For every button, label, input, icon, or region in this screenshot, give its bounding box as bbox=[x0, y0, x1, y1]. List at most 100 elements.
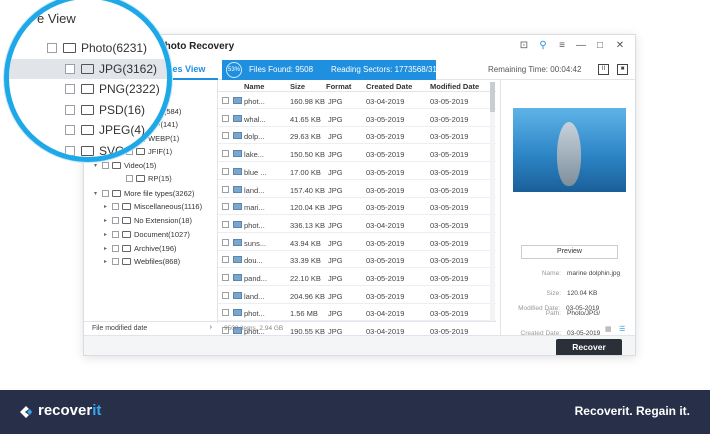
row-checkbox[interactable] bbox=[222, 274, 229, 281]
magnified-checkbox[interactable] bbox=[47, 43, 57, 53]
chevron-right-icon: › bbox=[209, 324, 212, 331]
cell-name: phot... bbox=[244, 97, 265, 106]
cell-created: 03-05-2019 bbox=[366, 291, 405, 301]
magnified-tree-item[interactable]: PSD(16) bbox=[9, 100, 167, 120]
tree-checkbox[interactable] bbox=[112, 217, 119, 224]
row-checkbox[interactable] bbox=[222, 150, 229, 158]
grid-view-icon[interactable]: ▦ bbox=[605, 325, 612, 333]
folder-icon bbox=[63, 43, 76, 53]
tree-checkbox[interactable] bbox=[126, 175, 133, 182]
sidebar-filter[interactable]: File modified date › bbox=[84, 321, 218, 335]
menu-icon[interactable]: ≡ bbox=[555, 40, 569, 51]
row-checkbox[interactable] bbox=[222, 291, 229, 299]
cell-modified: 03-05-2019 bbox=[430, 167, 469, 177]
header-modified[interactable]: Modified Date bbox=[430, 82, 479, 91]
folder-icon bbox=[112, 162, 121, 169]
tree-checkbox[interactable] bbox=[112, 258, 119, 265]
cell-modified: 03-05-2019 bbox=[430, 132, 469, 142]
tree-item[interactable]: ▾ More file types(3262) bbox=[94, 187, 194, 200]
stop-icon[interactable]: ■ bbox=[617, 64, 628, 75]
list-view-icon[interactable]: ☰ bbox=[619, 325, 625, 333]
tree-checkbox[interactable] bbox=[102, 162, 109, 169]
header-name[interactable]: Name bbox=[244, 82, 264, 91]
expand-arrow-icon[interactable]: ▸ bbox=[104, 217, 112, 224]
cell-created: 03-05-2019 bbox=[366, 150, 405, 160]
expand-arrow-icon[interactable]: ▾ bbox=[94, 162, 102, 169]
magnified-checkbox[interactable] bbox=[65, 104, 75, 115]
pause-icon[interactable]: II bbox=[598, 64, 609, 75]
maximize-button[interactable]: □ bbox=[593, 40, 607, 51]
cell-format: JPG bbox=[328, 238, 343, 248]
file-row[interactable]: phot... 160.98 KB JPG 03-04-2019 03-05-2019 bbox=[218, 92, 496, 109]
magnified-checkbox[interactable] bbox=[65, 63, 75, 74]
file-row[interactable]: whal... 41.65 KB JPG 03-05-2019 03-05-2019 bbox=[218, 110, 496, 127]
sidebar-filter-label: File modified date bbox=[92, 325, 148, 332]
expand-arrow-icon[interactable]: ▸ bbox=[104, 231, 112, 238]
row-checkbox[interactable] bbox=[222, 203, 229, 211]
expand-arrow-icon[interactable]: ▸ bbox=[104, 203, 112, 210]
magnified-item-label: JPG(3162) bbox=[99, 61, 158, 76]
magnified-tree-item[interactable]: Photo(6231) bbox=[9, 38, 167, 58]
list-scrollbar[interactable] bbox=[490, 82, 495, 322]
magnified-checkbox[interactable] bbox=[65, 125, 75, 135]
header-format[interactable]: Format bbox=[326, 82, 351, 91]
row-checkbox[interactable] bbox=[222, 167, 229, 175]
file-row[interactable]: land... 157.40 KB JPG 03-05-2019 03-05-2019 bbox=[218, 181, 496, 198]
key-icon[interactable]: ⚲ bbox=[536, 40, 550, 51]
image-file-icon bbox=[233, 185, 242, 193]
recover-button[interactable]: Recover bbox=[556, 339, 622, 355]
files-view-tab[interactable]: les View bbox=[170, 64, 205, 74]
cart-icon[interactable]: ⊡ bbox=[517, 40, 531, 51]
file-row[interactable]: phot... 336.13 KB JPG 03-04-2019 03-05-2019 bbox=[218, 216, 496, 233]
scrollbar-thumb[interactable] bbox=[490, 82, 495, 112]
file-row[interactable]: land... 204.96 KB JPG 03-05-2019 03-05-2019 bbox=[218, 287, 496, 304]
row-checkbox[interactable] bbox=[222, 97, 229, 104]
magnified-checkbox[interactable] bbox=[65, 84, 75, 94]
image-file-icon bbox=[233, 309, 242, 317]
tree-item[interactable]: ▸ Miscellaneous(1116) bbox=[104, 200, 202, 213]
magnified-tree-item[interactable]: JPG(3162) bbox=[9, 58, 167, 79]
tree-item[interactable]: ▸ Document(1027) bbox=[104, 228, 190, 241]
file-row[interactable]: dou... 33.39 KB JPG 03-05-2019 03-05-2019 bbox=[218, 251, 496, 269]
cell-size: 33.39 KB bbox=[290, 256, 321, 266]
row-checkbox[interactable] bbox=[222, 309, 229, 317]
row-checkbox[interactable] bbox=[222, 220, 229, 228]
recoverit-logo-icon bbox=[20, 406, 32, 418]
tree-item[interactable]: RP(15) bbox=[118, 172, 172, 185]
file-row[interactable]: phot... 1.56 MB JPG 03-04-2019 03-05-2019 bbox=[218, 304, 496, 322]
tree-checkbox[interactable] bbox=[112, 245, 119, 252]
list-summary: 9508 items, 2.94 GB bbox=[218, 321, 496, 335]
expand-arrow-icon[interactable]: ▸ bbox=[104, 245, 112, 252]
file-row[interactable]: dolp... 29.63 KB JPG 03-05-2019 03-05-2019 bbox=[218, 127, 496, 145]
tree-item[interactable]: ▸ Archive(196) bbox=[104, 242, 177, 255]
expand-arrow-icon[interactable]: ▸ bbox=[104, 258, 112, 265]
minimize-button[interactable]: — bbox=[574, 40, 588, 51]
file-row[interactable]: pand... 22.10 KB JPG 03-05-2019 03-05-2019 bbox=[218, 269, 496, 286]
tree-checkbox[interactable] bbox=[102, 190, 109, 197]
magnified-tree-item[interactable]: PNG(2322) bbox=[9, 79, 167, 99]
row-checkbox[interactable] bbox=[222, 114, 229, 122]
expand-arrow-icon[interactable]: ▾ bbox=[94, 190, 102, 197]
magnified-tree-item[interactable]: JPEG(4) bbox=[9, 120, 167, 140]
row-checkbox[interactable] bbox=[222, 185, 229, 193]
file-row[interactable]: suns... 43.94 KB JPG 03-05-2019 03-05-2019 bbox=[218, 234, 496, 251]
file-row[interactable]: mari... 120.04 KB JPG 03-05-2019 03-05-2019 bbox=[218, 198, 496, 216]
cell-created: 03-05-2019 bbox=[366, 114, 405, 124]
cell-modified: 03-05-2019 bbox=[430, 220, 469, 230]
close-button[interactable]: ✕ bbox=[613, 40, 627, 51]
tree-checkbox[interactable] bbox=[112, 231, 119, 238]
preview-button[interactable]: Preview bbox=[521, 245, 618, 259]
row-checkbox[interactable] bbox=[222, 238, 229, 246]
zoom-magnifier: e View Photo(6231) JPG(3162) PNG(2322) PSD(… bbox=[4, 0, 172, 162]
tree-item[interactable]: ▾ Video(15) bbox=[94, 159, 156, 172]
tree-checkbox[interactable] bbox=[112, 203, 119, 210]
file-row[interactable]: blue ... 17.00 KB JPG 03-05-2019 03-05-2019 bbox=[218, 163, 496, 180]
row-checkbox[interactable] bbox=[222, 132, 229, 140]
tree-item[interactable]: ▸ Webfiles(868) bbox=[104, 255, 180, 268]
magnified-checkbox[interactable] bbox=[65, 145, 75, 156]
file-row[interactable]: lake... 150.50 KB JPG 03-05-2019 03-05-2019 bbox=[218, 145, 496, 163]
tree-item[interactable]: ▸ No Extension(18) bbox=[104, 214, 192, 227]
row-checkbox[interactable] bbox=[222, 256, 229, 264]
header-created[interactable]: Created Date bbox=[366, 82, 412, 91]
header-size[interactable]: Size bbox=[290, 82, 305, 91]
